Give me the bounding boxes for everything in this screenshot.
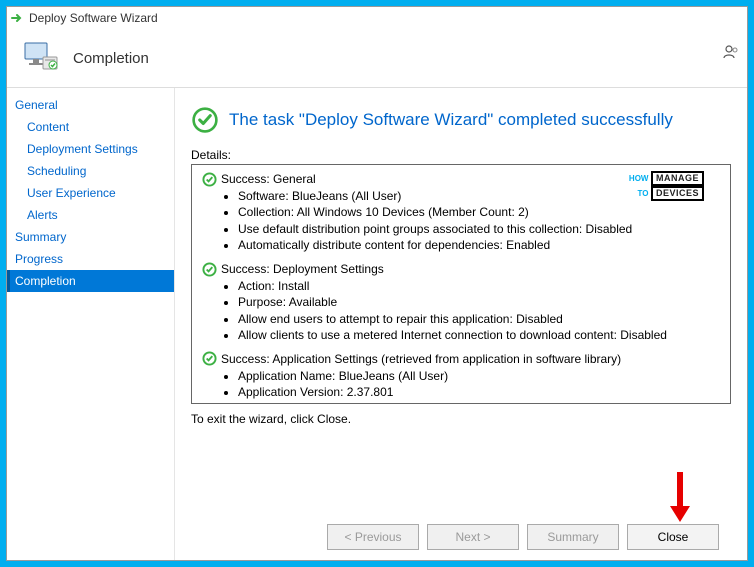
page-title: Completion [73,50,149,67]
detail-group-application-settings: Success: Application Settings (retrieved… [202,351,720,401]
window-title: Deploy Software Wizard [29,11,158,25]
next-button: Next > [427,524,519,550]
wizard-footer: < Previous Next > Summary Close [191,518,731,550]
detail-item: Action: Install [238,278,720,294]
sidebar-item-summary[interactable]: Summary [7,226,174,248]
details-box: HOW MANAGE TO DEVICES Success: General S… [191,164,731,404]
detail-header-text: Success: Deployment Settings [221,261,384,277]
success-check-icon [191,106,219,134]
sidebar-item-completion[interactable]: Completion [7,270,174,292]
wizard-sidebar: General Content Deployment Settings Sche… [7,88,175,560]
detail-group-deployment-settings: Success: Deployment Settings Action: Ins… [202,261,720,343]
sidebar-item-user-experience[interactable]: User Experience [7,182,174,204]
wizard-main: The task "Deploy Software Wizard" comple… [175,88,747,560]
summary-button: Summary [527,524,619,550]
detail-header-text: Success: General [221,171,316,187]
check-icon [202,172,217,187]
close-button[interactable]: Close [627,524,719,550]
detail-item: Collection: All Windows 10 Devices (Memb… [238,204,720,220]
detail-item: Software: BlueJeans (All User) [238,188,720,204]
success-banner: The task "Deploy Software Wizard" comple… [191,106,731,134]
user-icon [721,43,739,61]
details-label: Details: [191,148,731,162]
detail-item: Use default distribution point groups as… [238,221,720,237]
detail-header-text: Success: Application Settings (retrieved… [221,351,621,367]
computer-icon [19,37,61,79]
detail-item: Application Version: 2.37.801 [238,384,720,400]
detail-item: Allow end users to attempt to repair thi… [238,311,720,327]
check-icon [202,351,217,366]
previous-button: < Previous [327,524,419,550]
detail-group-general: Success: General Software: BlueJeans (Al… [202,171,720,253]
sidebar-item-deployment-settings[interactable]: Deployment Settings [7,138,174,160]
red-arrow-annotation [665,470,695,524]
success-title: The task "Deploy Software Wizard" comple… [229,110,673,130]
sidebar-item-scheduling[interactable]: Scheduling [7,160,174,182]
detail-item: Purpose: Available [238,294,720,310]
detail-item: Allow clients to use a metered Internet … [238,327,720,343]
detail-item: Automatically distribute content for dep… [238,237,720,253]
title-bar: Deploy Software Wizard [7,7,747,29]
sidebar-item-general[interactable]: General [7,94,174,116]
sidebar-item-alerts[interactable]: Alerts [7,204,174,226]
exit-note: To exit the wizard, click Close. [191,412,731,426]
wizard-header: Completion [7,29,747,88]
wizard-body: General Content Deployment Settings Sche… [7,88,747,560]
sidebar-item-content[interactable]: Content [7,116,174,138]
detail-item: Application Name: BlueJeans (All User) [238,368,720,384]
sidebar-item-progress[interactable]: Progress [7,248,174,270]
app-arrow-icon [11,11,25,25]
wizard-window: Deploy Software Wizard Completion [6,6,748,561]
check-icon [202,262,217,277]
